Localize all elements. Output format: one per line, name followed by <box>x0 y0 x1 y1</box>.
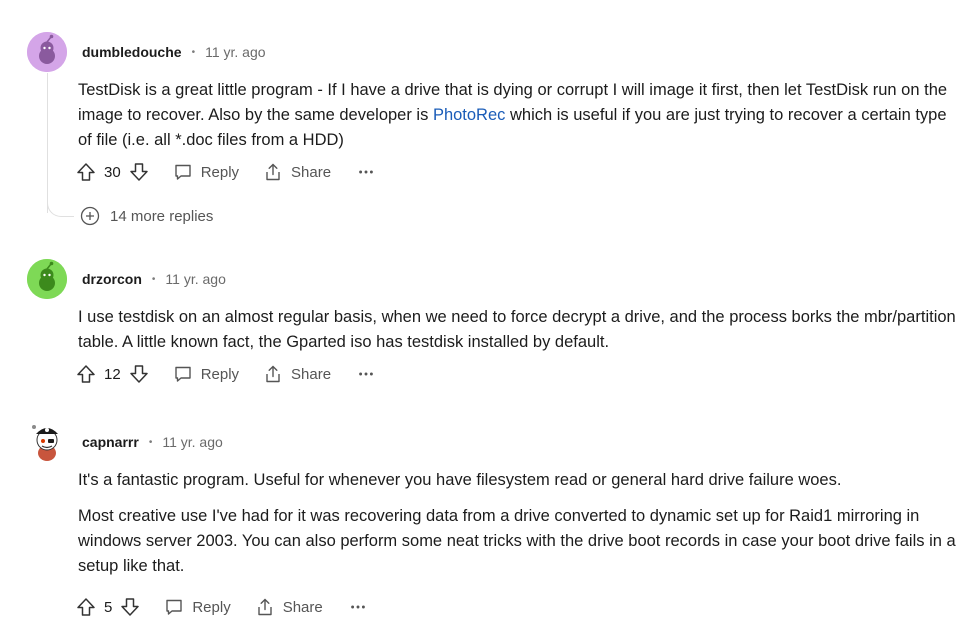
timestamp[interactable]: 11 yr. ago <box>165 271 225 287</box>
downvote-icon <box>120 597 140 617</box>
share-button[interactable]: Share <box>263 162 331 182</box>
reply-label: Reply <box>192 598 231 616</box>
downvote-icon <box>129 364 149 384</box>
comment-header: capnarrr • 11 yr. ago <box>82 434 223 450</box>
thread-line <box>47 73 48 213</box>
avatar[interactable] <box>27 259 67 299</box>
ellipsis-icon <box>349 598 367 616</box>
share-label: Share <box>282 598 323 616</box>
reply-button[interactable]: Reply <box>164 597 231 617</box>
more-options-button[interactable] <box>357 365 375 383</box>
comment-actions: 5 Reply Share <box>76 593 367 621</box>
upvote-icon <box>76 597 96 617</box>
username[interactable]: drzorcon <box>82 271 142 287</box>
upvote-icon <box>76 162 96 182</box>
username[interactable]: dumbledouche <box>82 44 182 60</box>
vote-count: 12 <box>104 365 121 383</box>
comment-bubble-icon <box>173 162 193 182</box>
more-options-button[interactable] <box>357 163 375 181</box>
share-icon <box>263 364 283 384</box>
more-replies-label: 14 more replies <box>110 207 214 225</box>
more-options-button[interactable] <box>349 598 367 616</box>
upvote-icon <box>76 364 96 384</box>
vote-count: 5 <box>104 598 113 616</box>
comment-header: drzorcon • 11 yr. ago <box>82 271 226 287</box>
ellipsis-icon <box>357 163 375 181</box>
comment-body: TestDisk is a great little program - If … <box>78 78 958 153</box>
snoo-avatar-icon <box>27 32 67 72</box>
reply-button[interactable]: Reply <box>173 162 239 182</box>
pirate-snoo-avatar-icon <box>32 425 58 461</box>
share-button[interactable]: Share <box>255 597 323 617</box>
share-icon <box>263 162 283 182</box>
share-label: Share <box>291 365 332 383</box>
avatar[interactable] <box>27 420 67 461</box>
avatar[interactable] <box>27 32 67 72</box>
comment-bubble-icon <box>173 364 193 384</box>
upvote-button[interactable] <box>76 364 96 384</box>
timestamp[interactable]: 11 yr. ago <box>162 434 222 450</box>
downvote-button[interactable] <box>129 364 149 384</box>
share-label: Share <box>291 163 332 181</box>
comment-header: dumbledouche • 11 yr. ago <box>82 44 266 60</box>
upvote-button[interactable] <box>76 162 96 182</box>
comment-paragraph: Most creative use I've had for it was re… <box>78 507 956 575</box>
separator: • <box>151 273 156 285</box>
plus-circle-icon <box>80 206 100 226</box>
comment-text: I use testdisk on an almost regular basi… <box>78 308 956 351</box>
downvote-icon <box>129 162 149 182</box>
share-button[interactable]: Share <box>263 364 331 384</box>
reply-label: Reply <box>200 365 240 383</box>
photorec-link[interactable]: PhotoRec <box>433 106 505 124</box>
separator: • <box>191 46 196 58</box>
comment-body: It's a fantastic program. Useful for whe… <box>78 468 958 579</box>
reply-button[interactable]: Reply <box>173 364 239 384</box>
username[interactable]: capnarrr <box>82 434 139 450</box>
snoo-avatar-icon <box>27 259 67 299</box>
comment-actions: 30 Reply Share <box>76 158 375 186</box>
thread-curve <box>47 200 74 217</box>
comment-bubble-icon <box>164 597 184 617</box>
downvote-button[interactable] <box>129 162 149 182</box>
comment-paragraph: It's a fantastic program. Useful for whe… <box>78 471 842 489</box>
separator: • <box>148 436 153 448</box>
timestamp[interactable]: 11 yr. ago <box>205 44 265 60</box>
comment-actions: 12 Reply Share <box>76 360 375 388</box>
ellipsis-icon <box>357 365 375 383</box>
share-icon <box>255 597 275 617</box>
comment-body: I use testdisk on an almost regular basi… <box>78 305 958 355</box>
more-replies-button[interactable]: 14 more replies <box>80 206 213 226</box>
reply-label: Reply <box>200 163 240 181</box>
upvote-button[interactable] <box>76 597 96 617</box>
downvote-button[interactable] <box>120 597 140 617</box>
vote-count: 30 <box>104 163 121 181</box>
